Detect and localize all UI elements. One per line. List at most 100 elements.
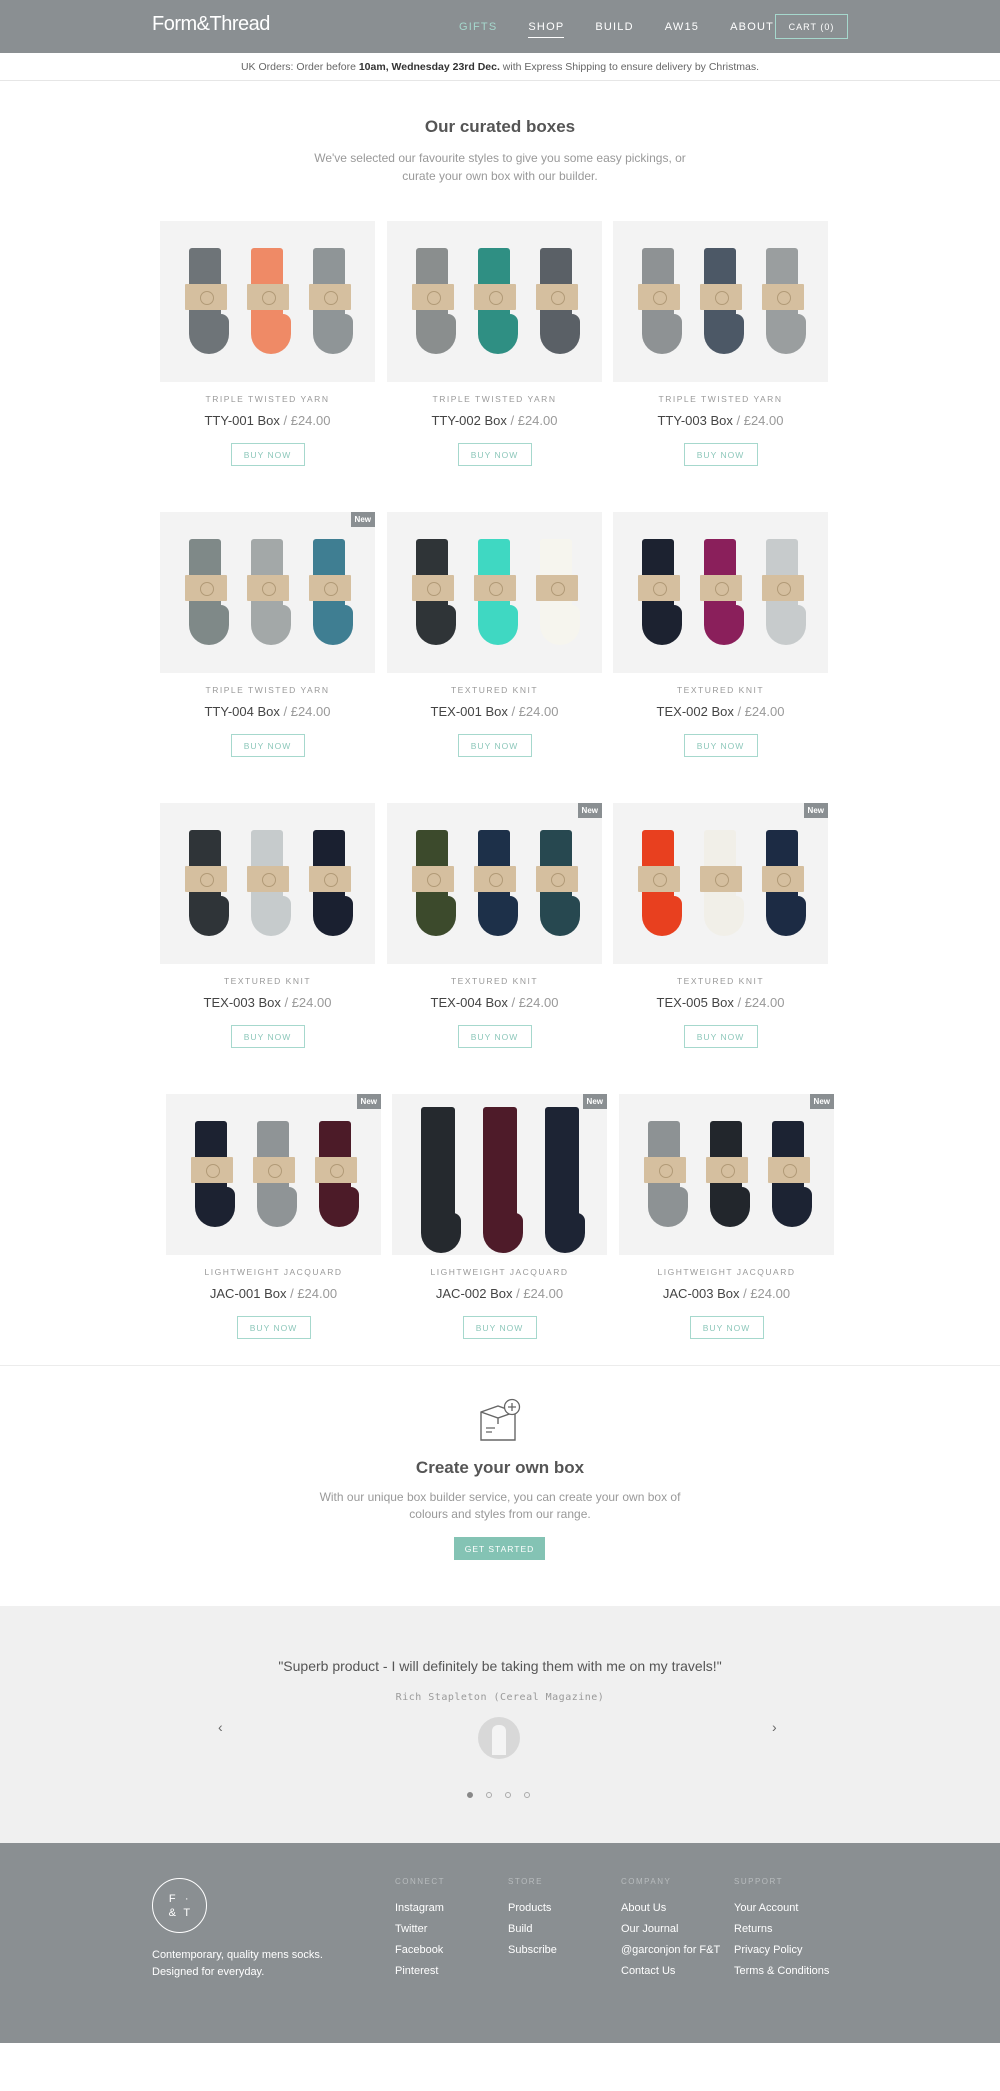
product-title[interactable]: JAC-001 Box / £24.00 bbox=[166, 1286, 381, 1301]
nav-gifts[interactable]: GIFTS bbox=[459, 21, 497, 33]
sock-image bbox=[534, 538, 580, 647]
footer-link[interactable]: @garconjon for F&T bbox=[621, 1944, 720, 1956]
footer-link[interactable]: Contact Us bbox=[621, 1965, 720, 1977]
product-title[interactable]: JAC-002 Box / £24.00 bbox=[392, 1286, 607, 1301]
footer-logo[interactable]: F · & T bbox=[152, 1878, 207, 1933]
product-image[interactable]: New bbox=[160, 512, 375, 673]
product-image[interactable] bbox=[613, 221, 828, 382]
buy-now-button[interactable]: BUY NOW bbox=[230, 1025, 305, 1048]
carousel-dot[interactable] bbox=[486, 1792, 492, 1798]
product-price: / £24.00 bbox=[739, 1286, 791, 1301]
product-card[interactable]: TEXTURED KNIT TEX-002 Box / £24.00 BUY NOW bbox=[613, 512, 828, 757]
footer-link[interactable]: Instagram bbox=[395, 1902, 445, 1914]
avatar bbox=[478, 1717, 520, 1759]
buy-now-button[interactable]: BUY NOW bbox=[457, 443, 532, 466]
footer-column-support: SUPPORT Your Account Returns Privacy Policy… bbox=[734, 1877, 829, 1986]
sock-image bbox=[698, 829, 744, 938]
footer-link[interactable]: Facebook bbox=[395, 1944, 445, 1956]
product-image[interactable] bbox=[613, 512, 828, 673]
product-category: TEXTURED KNIT bbox=[450, 976, 539, 986]
product-name: TTY-001 Box bbox=[204, 413, 280, 428]
product-title[interactable]: TEX-002 Box / £24.00 bbox=[613, 704, 828, 719]
nav-about[interactable]: ABOUT bbox=[730, 21, 774, 33]
buy-now-button[interactable]: BUY NOW bbox=[230, 734, 305, 757]
product-image[interactable]: New bbox=[166, 1094, 381, 1255]
product-category: TEXTURED KNIT bbox=[676, 976, 765, 986]
footer-link[interactable]: Subscribe bbox=[508, 1944, 557, 1956]
sock-image bbox=[477, 1106, 523, 1253]
product-card[interactable]: New LIGHTWEIGHT JACQUARD JAC-002 Box / £24… bbox=[392, 1094, 607, 1339]
sock-image bbox=[760, 247, 806, 356]
product-title[interactable]: TTY-002 Box / £24.00 bbox=[387, 413, 602, 428]
product-card[interactable]: New TEXTURED KNIT TEX-005 Box / £24.00 BUY … bbox=[613, 803, 828, 1048]
product-card[interactable]: TEXTURED KNIT TEX-003 Box / £24.00 BUY NOW bbox=[160, 803, 375, 1048]
product-card[interactable]: TRIPLE TWISTED YARN TTY-003 Box / £24.00 B… bbox=[613, 221, 828, 466]
product-card[interactable]: New LIGHTWEIGHT JACQUARD JAC-003 Box / £24… bbox=[619, 1094, 834, 1339]
product-title[interactable]: TEX-003 Box / £24.00 bbox=[160, 995, 375, 1010]
product-title[interactable]: TTY-004 Box / £24.00 bbox=[160, 704, 375, 719]
product-card[interactable]: New LIGHTWEIGHT JACQUARD JAC-001 Box / £24… bbox=[166, 1094, 381, 1339]
chevron-left-icon[interactable]: ‹ bbox=[218, 1719, 223, 1735]
footer-link[interactable]: Twitter bbox=[395, 1923, 445, 1935]
carousel-dot[interactable] bbox=[524, 1792, 530, 1798]
box-plus-icon bbox=[480, 1398, 521, 1441]
nav-shop[interactable]: SHOP bbox=[528, 21, 565, 38]
cart-button[interactable]: CART (0) bbox=[775, 14, 848, 39]
footer-tagline: Contemporary, quality mens socks. Design… bbox=[152, 1947, 323, 1981]
sock-image bbox=[183, 247, 229, 356]
footer-link[interactable]: Our Journal bbox=[621, 1923, 720, 1935]
product-card[interactable]: New TEXTURED KNIT TEX-004 Box / £24.00 BUY … bbox=[387, 803, 602, 1048]
footer-link[interactable]: Build bbox=[508, 1923, 557, 1935]
carousel-dot[interactable] bbox=[505, 1792, 511, 1798]
product-name: TEX-001 Box bbox=[430, 704, 508, 719]
get-started-button[interactable]: GET STARTED bbox=[454, 1537, 545, 1560]
sock-image bbox=[251, 1120, 297, 1229]
product-card[interactable]: New TRIPLE TWISTED YARN TTY-004 Box / £24.… bbox=[160, 512, 375, 757]
product-image[interactable]: New bbox=[387, 803, 602, 964]
sock-image bbox=[472, 538, 518, 647]
product-card[interactable]: TRIPLE TWISTED YARN TTY-002 Box / £24.00 B… bbox=[387, 221, 602, 466]
buy-now-button[interactable]: BUY NOW bbox=[683, 1025, 758, 1048]
product-card[interactable]: TEXTURED KNIT TEX-001 Box / £24.00 BUY NOW bbox=[387, 512, 602, 757]
footer-link[interactable]: Pinterest bbox=[395, 1965, 445, 1977]
buy-now-button[interactable]: BUY NOW bbox=[457, 1025, 532, 1048]
product-image[interactable] bbox=[387, 221, 602, 382]
buy-now-button[interactable]: BUY NOW bbox=[236, 1316, 311, 1339]
product-card[interactable]: TRIPLE TWISTED YARN TTY-001 Box / £24.00 B… bbox=[160, 221, 375, 466]
footer-column-company: COMPANY About Us Our Journal @garconjon for… bbox=[621, 1877, 720, 1986]
product-title[interactable]: TTY-003 Box / £24.00 bbox=[613, 413, 828, 428]
sock-image bbox=[534, 247, 580, 356]
footer-link[interactable]: Privacy Policy bbox=[734, 1944, 829, 1956]
product-name: TEX-003 Box bbox=[203, 995, 281, 1010]
logo[interactable]: Form&Thread bbox=[152, 13, 270, 36]
product-title[interactable]: TEX-004 Box / £24.00 bbox=[387, 995, 602, 1010]
product-image[interactable]: New bbox=[613, 803, 828, 964]
nav-aw15[interactable]: AW15 bbox=[665, 21, 699, 33]
product-image[interactable] bbox=[160, 803, 375, 964]
buy-now-button[interactable]: BUY NOW bbox=[457, 734, 532, 757]
carousel-dot[interactable] bbox=[467, 1792, 473, 1798]
product-title[interactable]: TTY-001 Box / £24.00 bbox=[160, 413, 375, 428]
footer-link[interactable]: Returns bbox=[734, 1923, 829, 1935]
sock-image bbox=[760, 829, 806, 938]
buy-now-button[interactable]: BUY NOW bbox=[689, 1316, 764, 1339]
buy-now-button[interactable]: BUY NOW bbox=[683, 734, 758, 757]
chevron-right-icon[interactable]: › bbox=[772, 1719, 777, 1735]
buy-now-button[interactable]: BUY NOW bbox=[462, 1316, 537, 1339]
footer-link[interactable]: Products bbox=[508, 1902, 557, 1914]
product-image[interactable] bbox=[387, 512, 602, 673]
product-title[interactable]: JAC-003 Box / £24.00 bbox=[619, 1286, 834, 1301]
product-image[interactable]: New bbox=[619, 1094, 834, 1255]
footer-link[interactable]: About Us bbox=[621, 1902, 720, 1914]
footer-link[interactable]: Your Account bbox=[734, 1902, 829, 1914]
sock-image bbox=[307, 247, 353, 356]
buy-now-button[interactable]: BUY NOW bbox=[230, 443, 305, 466]
nav-build[interactable]: BUILD bbox=[595, 21, 633, 33]
product-image[interactable]: New bbox=[392, 1094, 607, 1255]
product-image[interactable] bbox=[160, 221, 375, 382]
buy-now-button[interactable]: BUY NOW bbox=[683, 443, 758, 466]
sock-image bbox=[766, 1120, 812, 1229]
product-title[interactable]: TEX-005 Box / £24.00 bbox=[613, 995, 828, 1010]
product-title[interactable]: TEX-001 Box / £24.00 bbox=[387, 704, 602, 719]
footer-link[interactable]: Terms & Conditions bbox=[734, 1965, 829, 1977]
